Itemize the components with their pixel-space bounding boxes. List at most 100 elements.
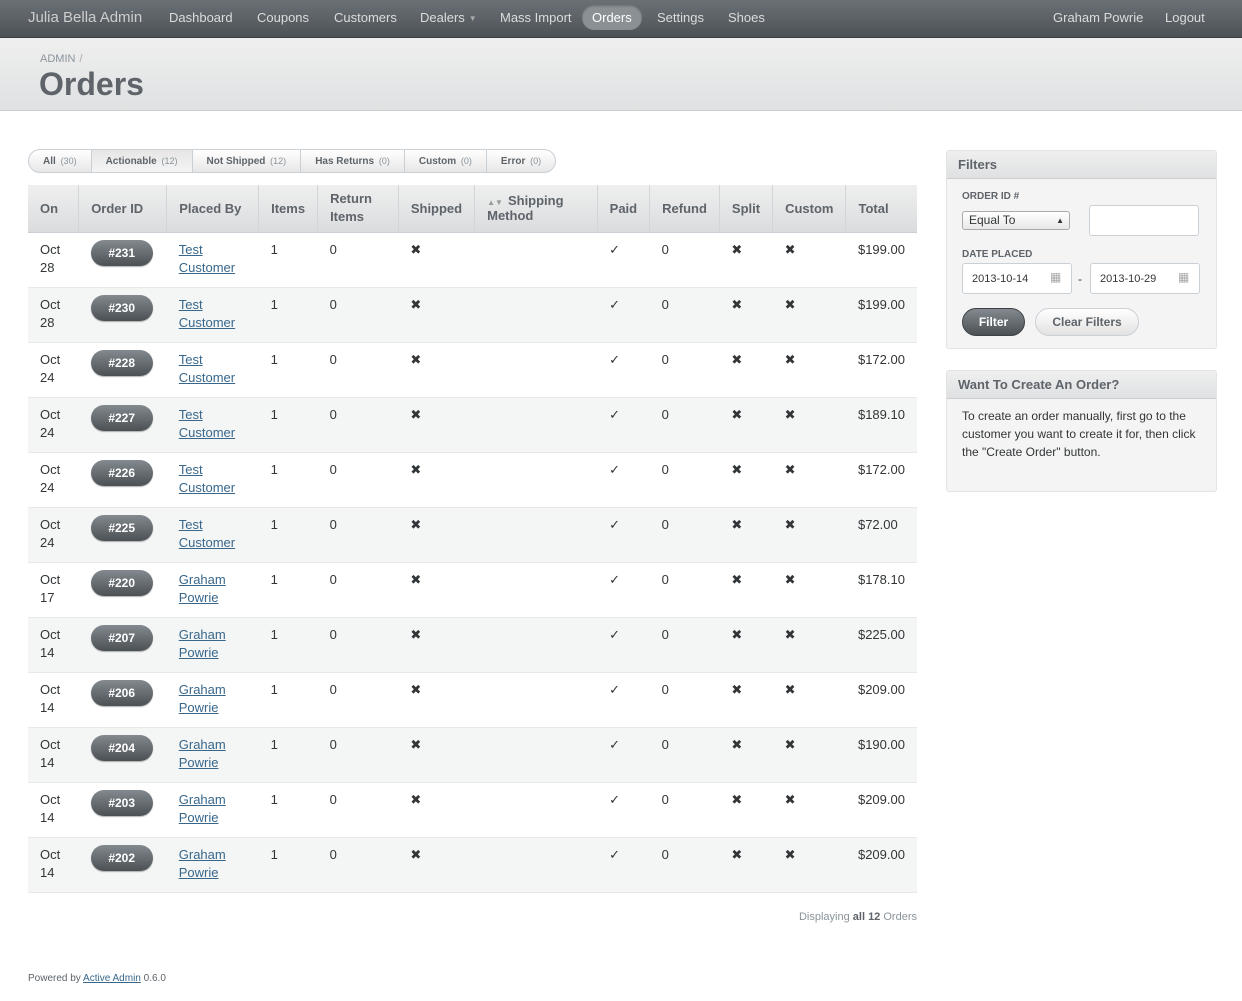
items-cell-value: 1	[270, 406, 278, 422]
scope-has-returns[interactable]: Has Returns (0)	[301, 150, 405, 172]
order-id-button[interactable]: #220	[90, 569, 153, 596]
current-user-link[interactable]: Graham Powrie	[1043, 5, 1153, 30]
active-admin-link[interactable]: Active Admin	[83, 973, 141, 984]
customer-link[interactable]: Test Customer	[179, 462, 235, 495]
split-cell: ✖	[719, 727, 773, 783]
order-date: Oct 24	[40, 351, 61, 385]
nav-coupons[interactable]: Coupons	[247, 5, 319, 30]
cross-icon: ✖	[731, 736, 743, 752]
scope-label: All	[43, 156, 56, 167]
filter-button[interactable]: Filter	[962, 308, 1025, 336]
column-header-items[interactable]: Items	[258, 185, 319, 233]
calendar-icon[interactable]: ▦	[1050, 270, 1061, 284]
order-id-label: ORDER ID #	[962, 191, 1020, 202]
scope-label: Error	[500, 156, 526, 167]
nav-shoes[interactable]: Shoes	[718, 5, 775, 30]
nav-dealers[interactable]: Dealers ▼	[410, 5, 487, 30]
column-header-return-items[interactable]: Return Items	[317, 185, 399, 233]
customer-link[interactable]: Graham Powrie	[179, 682, 226, 715]
items-cell: 1	[258, 507, 318, 563]
nav-settings[interactable]: Settings	[647, 5, 714, 30]
calendar-icon[interactable]: ▦	[1178, 270, 1189, 284]
cross-icon: ✖	[731, 296, 743, 312]
order-date-cell: Oct 24	[28, 452, 79, 508]
total-cell-value: $209.00	[857, 791, 905, 807]
total-cell: $178.10	[845, 562, 917, 618]
nav-dashboard[interactable]: Dashboard	[159, 5, 243, 30]
shipping-method-cell	[474, 507, 598, 563]
customer-link[interactable]: Graham Powrie	[179, 737, 226, 770]
clear-filters-button[interactable]: Clear Filters	[1035, 308, 1139, 336]
placed-by-cell: Graham Powrie	[166, 782, 259, 838]
check-icon: ✓	[609, 681, 621, 697]
column-header-total[interactable]: Total	[845, 185, 917, 233]
return-items-cell: 0	[317, 507, 399, 563]
order-id-button[interactable]: #207	[90, 624, 153, 651]
column-header-placed-by[interactable]: Placed By	[166, 185, 260, 233]
order-id-button[interactable]: #206	[90, 679, 153, 706]
order-id-button[interactable]: #230	[90, 294, 153, 321]
customer-link[interactable]: Graham Powrie	[179, 627, 226, 660]
nav-mass-import[interactable]: Mass Import	[490, 5, 582, 30]
customer-link[interactable]: Test Customer	[179, 242, 235, 275]
create-order-title: Want To Create An Order?	[947, 371, 1216, 399]
column-header-custom[interactable]: Custom	[772, 185, 847, 233]
items-cell: 1	[258, 562, 318, 618]
placed-by-cell: Graham Powrie	[166, 617, 259, 673]
customer-link[interactable]: Graham Powrie	[179, 572, 226, 605]
return-items-cell-value: 0	[329, 681, 337, 697]
sort-icon: ▲▼	[487, 198, 503, 208]
scope-error[interactable]: Error (0)	[487, 150, 555, 172]
items-cell-value: 1	[270, 681, 278, 697]
column-header-paid[interactable]: Paid	[597, 185, 651, 233]
order-id-button[interactable]: #231	[90, 239, 153, 266]
top-navigation-bar: Julia Bella Admin Dashboard Coupons Cust…	[0, 0, 1242, 38]
order-id-button[interactable]: #225	[90, 514, 153, 541]
customer-link[interactable]: Test Customer	[179, 352, 235, 385]
total-cell-value: $190.00	[857, 736, 905, 752]
logout-link[interactable]: Logout	[1155, 5, 1215, 30]
scope-count: (12)	[270, 156, 287, 166]
order-id-cell: #204	[78, 727, 167, 783]
custom-cell: ✖	[772, 232, 846, 288]
column-header-split[interactable]: Split	[719, 185, 774, 233]
order-date-cell: Oct 14	[28, 837, 79, 893]
order-id-button[interactable]: #202	[90, 844, 153, 871]
return-items-cell-value: 0	[329, 516, 337, 532]
order-id-cell: #203	[78, 782, 167, 838]
customer-link[interactable]: Test Customer	[179, 407, 235, 440]
nav-dealers-label: Dealers	[420, 10, 465, 25]
order-id-operator-select[interactable]: Equal To ▲	[962, 211, 1070, 230]
nav-customers[interactable]: Customers	[324, 5, 407, 30]
scope-actionable[interactable]: Actionable (12)	[91, 150, 193, 172]
order-id-button[interactable]: #227	[90, 404, 153, 431]
order-id-button[interactable]: #226	[90, 459, 153, 486]
check-icon: ✓	[609, 406, 621, 422]
footer-prefix: Powered by	[28, 973, 81, 984]
scope-not-shipped[interactable]: Not Shipped (12)	[193, 150, 302, 172]
customer-link[interactable]: Test Customer	[179, 517, 235, 550]
order-id-input[interactable]	[1089, 205, 1199, 236]
site-brand[interactable]: Julia Bella Admin	[28, 9, 142, 26]
check-icon: ✓	[609, 736, 621, 752]
order-date-cell: Oct 14	[28, 617, 79, 673]
column-header-order-id[interactable]: Order ID	[78, 185, 168, 233]
column-header-refund[interactable]: Refund	[649, 185, 720, 233]
order-id-button[interactable]: #204	[90, 734, 153, 761]
nav-orders[interactable]: Orders	[582, 5, 642, 30]
column-header-on[interactable]: On	[28, 185, 80, 233]
refund-cell: 0	[649, 507, 720, 563]
paid-cell: ✓	[597, 232, 650, 288]
order-id-button[interactable]: #228	[90, 349, 153, 376]
total-cell-value: $209.00	[857, 681, 905, 697]
return-items-cell-value: 0	[329, 296, 337, 312]
column-header-shipped[interactable]: Shipped	[398, 185, 476, 233]
order-id-button[interactable]: #203	[90, 789, 153, 816]
scope-all[interactable]: All (30)	[29, 150, 92, 172]
column-header-shipping-method[interactable]: ▲▼ Shipping Method	[474, 185, 598, 233]
customer-link[interactable]: Graham Powrie	[179, 847, 226, 880]
customer-link[interactable]: Test Customer	[179, 297, 235, 330]
breadcrumb-admin[interactable]: ADMIN	[40, 53, 75, 65]
scope-custom[interactable]: Custom (0)	[405, 150, 487, 172]
customer-link[interactable]: Graham Powrie	[179, 792, 226, 825]
